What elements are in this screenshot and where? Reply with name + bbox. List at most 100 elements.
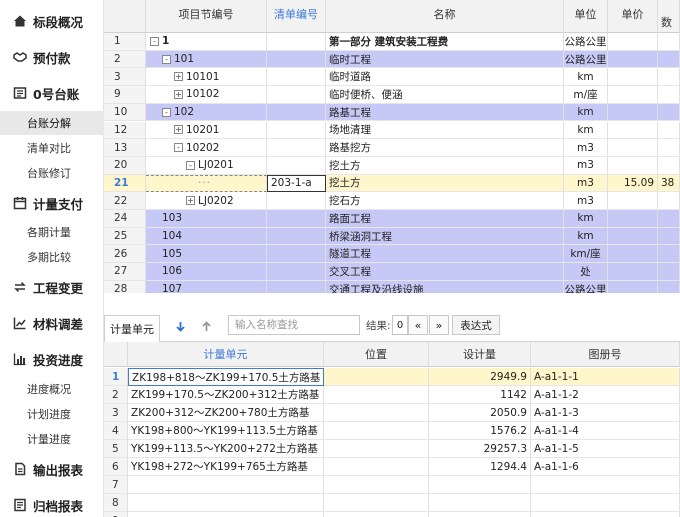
position-cell[interactable] — [324, 494, 429, 512]
measure-unit-cell[interactable]: ZK198+818～ZK199+170.5土方路基 — [128, 368, 324, 386]
nav-measure-progress[interactable]: 计量进度 — [0, 427, 104, 451]
position-cell[interactable] — [324, 368, 429, 386]
design-qty-cell[interactable]: 29257.3 — [429, 440, 531, 458]
col-header-qty[interactable]: 数 — [658, 0, 680, 33]
unit-cell[interactable]: 公路公里 — [564, 280, 608, 293]
unit-cell[interactable]: km — [564, 121, 608, 140]
unit-cell[interactable]: km — [564, 103, 608, 122]
qty-cell[interactable]: 38 — [658, 174, 680, 193]
col-header-section-code[interactable]: 项目节编号 — [146, 0, 267, 33]
name-cell[interactable]: 路面工程 — [326, 210, 564, 228]
collapse-icon[interactable]: - — [150, 36, 159, 46]
position-cell[interactable] — [324, 440, 429, 458]
bill-code-cell[interactable] — [267, 227, 326, 246]
position-cell[interactable] — [324, 476, 429, 494]
drawing-no-cell[interactable]: A-a1-1-5 — [531, 440, 680, 458]
design-qty-cell[interactable] — [429, 512, 531, 517]
section-code-cell[interactable]: -10202 — [146, 139, 267, 157]
section-code-cell[interactable]: -101 — [146, 50, 267, 69]
qty-cell[interactable] — [658, 210, 680, 228]
measure-unit-cell[interactable]: YK198+272～YK199+765土方路基 — [128, 458, 324, 476]
tree-row[interactable]: 27 106 交叉工程处 — [104, 263, 680, 281]
unit-cell[interactable]: km — [564, 227, 608, 246]
bill-code-cell[interactable] — [267, 210, 326, 228]
move-down-button[interactable] — [170, 317, 190, 335]
unit-cell[interactable]: m3 — [564, 174, 608, 193]
unit-cell[interactable]: m3 — [564, 156, 608, 175]
design-qty-cell[interactable]: 2050.9 — [429, 404, 531, 422]
section-code-cell[interactable]: + LJ0202 — [146, 192, 267, 210]
nav-material[interactable]: 材料调差 — [0, 308, 104, 338]
name-cell[interactable]: 路基挖方 — [326, 139, 564, 157]
nav-ledger-breakdown[interactable]: 台账分解 — [0, 111, 104, 135]
section-code-cell[interactable]: +10102 — [146, 86, 267, 104]
section-code-cell[interactable]: - LJ0201 — [146, 156, 267, 175]
unit-row[interactable]: 5 YK199+113.5～YK200+272土方路基 29257.3 A-a1-1-… — [104, 440, 680, 458]
price-cell[interactable] — [608, 33, 658, 51]
tree-row[interactable]: 1-1 第一部分 建筑安装工程费 公路公里 — [104, 33, 680, 51]
name-cell[interactable]: 临时道路 — [326, 68, 564, 87]
unit-cell[interactable]: m3 — [564, 139, 608, 157]
nav-ledger-revise[interactable]: 台账修订 — [0, 161, 104, 185]
bill-code-cell[interactable] — [267, 245, 326, 264]
nav-progress[interactable]: 投资进度 — [0, 344, 104, 374]
measure-unit-grid[interactable]: 计量单元 位置 设计量 图册号 1 ZK198+818～ZK199+170.5土方… — [104, 342, 680, 517]
nav-multi-compare[interactable]: 多期比较 — [0, 245, 104, 269]
nav-overview[interactable]: 标段概况 — [0, 6, 104, 36]
nav-advance[interactable]: 预付款 — [0, 42, 104, 72]
design-qty-cell[interactable] — [429, 494, 531, 512]
unit-cell[interactable]: km/座 — [564, 245, 608, 264]
unit-cell[interactable]: m3 — [564, 192, 608, 210]
position-cell[interactable] — [324, 458, 429, 476]
bill-code-cell[interactable] — [267, 263, 326, 281]
unit-row[interactable]: 8 — [104, 494, 680, 512]
col-header-bill-code[interactable]: 清单编号 — [267, 0, 326, 33]
qty-cell[interactable] — [658, 192, 680, 210]
tree-row[interactable]: 22 + LJ0202 挖石方 m3 — [104, 192, 680, 210]
name-cell[interactable]: 桥梁涵洞工程 — [326, 227, 564, 246]
measure-unit-cell[interactable]: ZK200+312～ZK200+780土方路基 — [128, 404, 324, 422]
price-cell[interactable] — [608, 68, 658, 87]
price-cell[interactable] — [608, 50, 658, 69]
collapse-icon[interactable]: - — [174, 143, 183, 153]
tree-row[interactable]: 2-101 临时工程 公路公里 — [104, 50, 680, 69]
position-cell[interactable] — [324, 422, 429, 440]
tree-row[interactable]: 10-102 路基工程 km — [104, 103, 680, 122]
tree-row[interactable]: 9 +10102 临时便桥、便涵 m/座 — [104, 86, 680, 104]
measure-unit-cell[interactable] — [128, 512, 324, 517]
price-cell[interactable] — [608, 156, 658, 175]
unit-row[interactable]: 1 ZK198+818～ZK199+170.5土方路基 2949.9 A-a1-1-1 — [104, 368, 680, 386]
drawing-no-cell[interactable]: A-a1-1-1 — [531, 368, 680, 386]
drawing-no-cell[interactable]: A-a1-1-3 — [531, 404, 680, 422]
nav-period-measure[interactable]: 各期计量 — [0, 220, 104, 244]
name-cell[interactable]: 隧道工程 — [326, 245, 564, 264]
tree-row[interactable]: 28 107 交通工程及沿线设施 公路公里 — [104, 280, 680, 293]
measure-unit-cell[interactable]: YK199+113.5～YK200+272土方路基 — [128, 440, 324, 458]
unit-row[interactable]: 2 ZK199+170.5～ZK200+312土方路基 1142 A-a1-1-2 — [104, 386, 680, 404]
name-cell[interactable]: 挖土方 — [326, 156, 564, 175]
nav-payment[interactable]: 计量支付 — [0, 188, 104, 218]
price-cell[interactable] — [608, 103, 658, 122]
bill-code-cell[interactable] — [267, 33, 326, 51]
qty-cell[interactable] — [658, 103, 680, 122]
position-cell[interactable] — [324, 386, 429, 404]
expand-icon[interactable]: + — [186, 196, 195, 206]
drawing-no-cell[interactable] — [531, 476, 680, 494]
drawing-no-cell[interactable] — [531, 512, 680, 517]
position-cell[interactable] — [324, 512, 429, 517]
design-qty-cell[interactable]: 1142 — [429, 386, 531, 404]
expand-icon[interactable]: + — [174, 125, 183, 135]
measure-unit-cell[interactable]: ZK199+170.5～ZK200+312土方路基 — [128, 386, 324, 404]
tree-row[interactable]: 21 ··· 203-1-a 挖土方 m3 15.09 38 — [104, 174, 680, 193]
price-cell[interactable] — [608, 121, 658, 140]
drawing-no-cell[interactable]: A-a1-1-2 — [531, 386, 680, 404]
nav-output-report[interactable]: 输出报表 — [0, 454, 104, 484]
price-cell[interactable] — [608, 245, 658, 264]
bill-code-cell[interactable] — [267, 156, 326, 175]
price-cell[interactable] — [608, 86, 658, 104]
tree-row[interactable]: 13-10202 路基挖方 m3 — [104, 139, 680, 157]
price-cell[interactable] — [608, 280, 658, 293]
price-cell[interactable]: 15.09 — [608, 174, 658, 193]
section-code-cell[interactable]: 104 — [146, 227, 267, 246]
price-cell[interactable] — [608, 227, 658, 246]
